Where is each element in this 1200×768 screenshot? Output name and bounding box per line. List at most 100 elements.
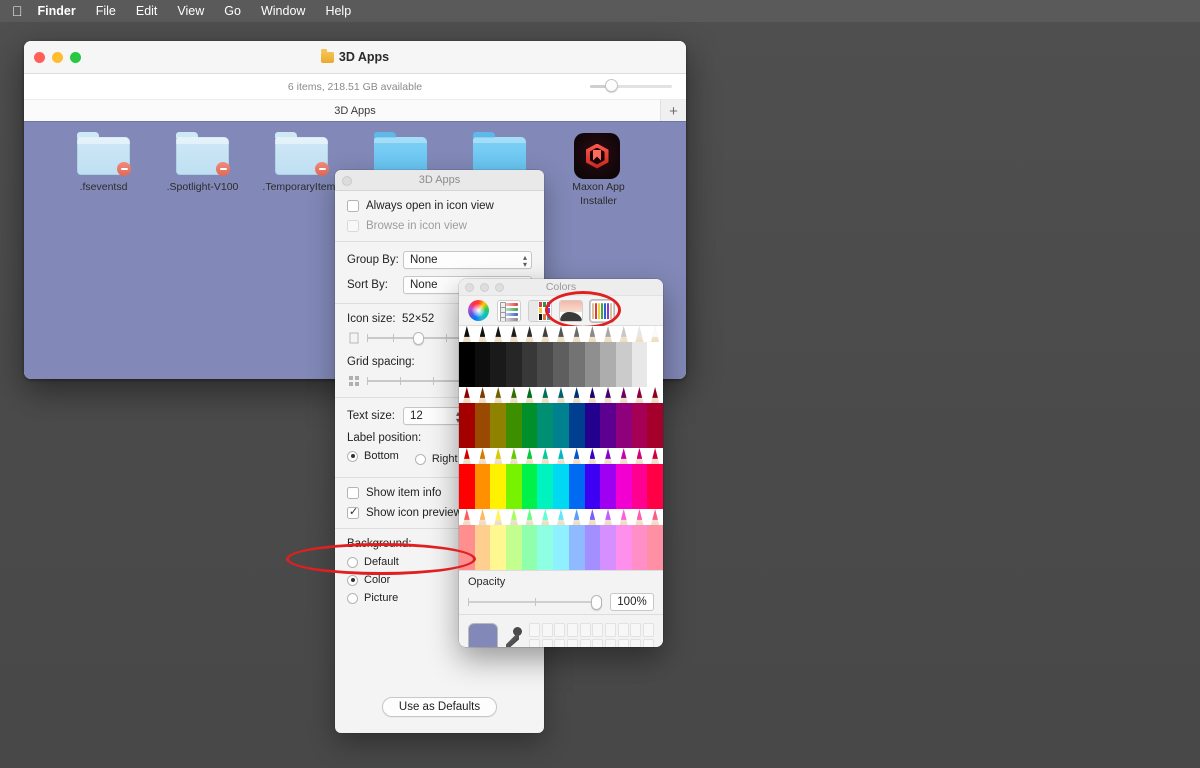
minimize-button[interactable] <box>480 283 489 292</box>
swatch[interactable] <box>542 639 553 647</box>
text-size-value: 12 <box>410 410 423 422</box>
radio-button[interactable] <box>347 575 358 586</box>
label-position-bottom[interactable]: Bottom <box>347 450 399 462</box>
menu-item-view[interactable]: View <box>177 4 204 18</box>
group-by-select[interactable]: None ▴▾ <box>403 251 532 269</box>
sort-by-label: Sort By: <box>347 279 403 291</box>
saved-swatches-grid[interactable] <box>529 623 654 647</box>
crayon-bodies <box>459 342 663 387</box>
opacity-label: Opacity <box>468 576 654 588</box>
icon-zoom-slider[interactable] <box>590 84 672 88</box>
list-item[interactable]: .fseventsd <box>54 132 153 208</box>
finder-path-bar: 3D Apps + <box>24 99 686 121</box>
radio-button[interactable] <box>347 451 358 462</box>
slider-knob[interactable] <box>413 332 424 345</box>
swatch[interactable] <box>529 623 540 637</box>
view-options-titlebar[interactable]: 3D Apps <box>335 170 544 191</box>
label-position-right[interactable]: Right <box>415 453 458 465</box>
swatch[interactable] <box>529 639 540 647</box>
eyedropper-icon[interactable] <box>505 627 522 647</box>
list-item[interactable]: Maxon App Installer <box>549 132 648 208</box>
crayon-row[interactable] <box>459 448 663 509</box>
menu-item-window[interactable]: Window <box>261 4 305 18</box>
colors-toolbar <box>459 296 663 326</box>
swatch[interactable] <box>592 639 603 647</box>
close-button[interactable] <box>34 52 45 63</box>
checkbox <box>347 220 359 232</box>
checkbox-label: Always open in icon view <box>366 200 494 212</box>
always-open-icon-view-row[interactable]: Always open in icon view <box>347 200 532 212</box>
swatch[interactable] <box>580 623 591 637</box>
maximize-button[interactable] <box>495 283 504 292</box>
slider-knob[interactable] <box>605 79 618 92</box>
crayon-row[interactable] <box>459 326 663 387</box>
menu-item-finder[interactable]: Finder <box>38 4 76 18</box>
swatch[interactable] <box>643 639 654 647</box>
colors-titlebar[interactable]: Colors <box>459 279 663 296</box>
checkbox[interactable] <box>347 487 359 499</box>
window-controls <box>34 52 81 63</box>
swatch[interactable] <box>542 623 553 637</box>
slider-knob[interactable] <box>591 595 602 610</box>
menu-item-go[interactable]: Go <box>224 4 241 18</box>
finder-titlebar[interactable]: 3D Apps <box>24 41 686 74</box>
swatch[interactable] <box>554 639 565 647</box>
minimize-button[interactable] <box>52 52 63 63</box>
list-item[interactable]: .Spotlight-V100 <box>153 132 252 208</box>
menu-item-help[interactable]: Help <box>325 4 351 18</box>
swatch[interactable] <box>580 639 591 647</box>
swatch[interactable] <box>630 623 641 637</box>
swatch[interactable] <box>605 623 616 637</box>
opacity-slider[interactable] <box>468 595 602 609</box>
swatch[interactable] <box>567 639 578 647</box>
color-wheel-icon[interactable] <box>466 300 490 322</box>
text-size-select[interactable]: 12 ▴▾ <box>403 407 465 425</box>
folder-blue-icon <box>473 132 526 175</box>
image-palettes-icon[interactable] <box>559 300 583 322</box>
crayon-row[interactable] <box>459 509 663 570</box>
colors-window-controls <box>465 283 504 292</box>
sort-by-value: None <box>410 279 438 291</box>
swatch[interactable] <box>643 623 654 637</box>
current-color-swatch[interactable] <box>468 623 498 647</box>
radio-button[interactable] <box>415 454 426 465</box>
opacity-value[interactable]: 100% <box>610 593 654 611</box>
menu-item-edit[interactable]: Edit <box>136 4 158 18</box>
minus-badge <box>315 162 329 176</box>
color-palettes-icon[interactable] <box>528 300 552 322</box>
swatch[interactable] <box>554 623 565 637</box>
group-by-value: None <box>410 254 438 266</box>
crayon-bodies <box>459 464 663 509</box>
checkbox[interactable] <box>347 200 359 212</box>
swatch[interactable] <box>618 639 629 647</box>
view-options-title: 3D Apps <box>419 174 461 186</box>
folder-icon <box>321 52 334 63</box>
close-button[interactable] <box>465 283 474 292</box>
text-size-label: Text size: <box>347 410 403 422</box>
radio-button[interactable] <box>347 593 358 604</box>
swatch[interactable] <box>630 639 641 647</box>
radio-button[interactable] <box>347 557 358 568</box>
crayons-color-grid[interactable] <box>459 326 663 570</box>
swatch[interactable] <box>567 623 578 637</box>
apple-logo-icon[interactable]:  <box>12 4 23 18</box>
crayons-icon[interactable] <box>590 300 614 322</box>
menu-item-file[interactable]: File <box>96 4 116 18</box>
swatch[interactable] <box>605 639 616 647</box>
icon-size-value: 52×52 <box>402 313 434 325</box>
crayon-bodies <box>459 525 663 570</box>
item-label: Maxon App Installer <box>553 180 645 208</box>
add-tab-button[interactable]: + <box>660 100 686 122</box>
item-label: .TemporaryItems <box>262 180 340 194</box>
checkbox[interactable] <box>347 507 359 519</box>
colors-panel-title: Colors <box>546 281 576 293</box>
crayon-row[interactable] <box>459 387 663 448</box>
color-sliders-icon[interactable] <box>497 300 521 322</box>
swatch[interactable] <box>618 623 629 637</box>
view-mode-section: Always open in icon view Browse in icon … <box>335 191 544 241</box>
close-icon[interactable] <box>342 176 352 186</box>
swatch[interactable] <box>592 623 603 637</box>
maximize-button[interactable] <box>70 52 81 63</box>
use-as-defaults-button[interactable]: Use as Defaults <box>382 697 497 717</box>
icon-size-label: Icon size: <box>347 313 396 325</box>
